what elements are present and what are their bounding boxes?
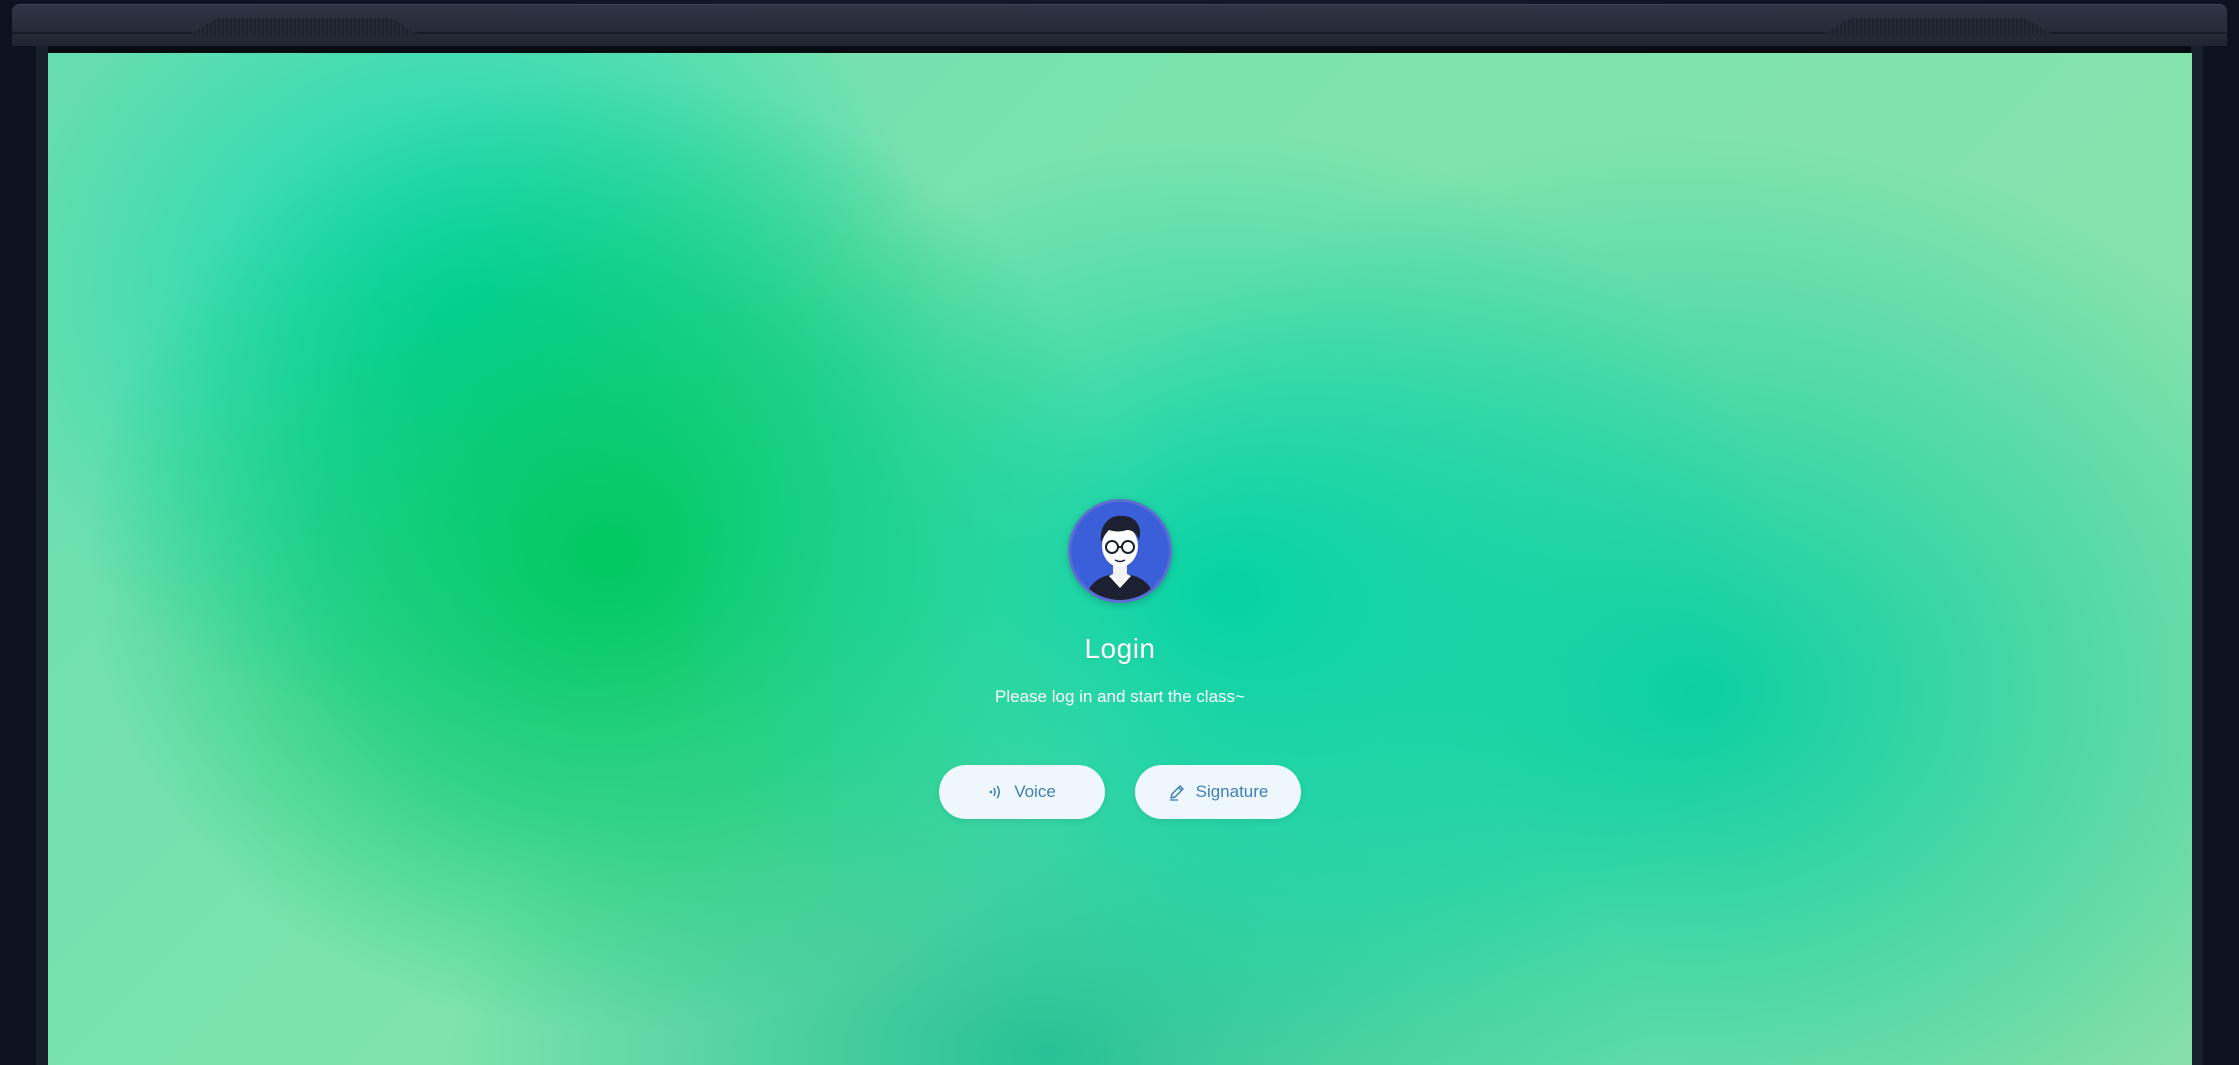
user-avatar-icon: [1068, 499, 1172, 603]
voice-button-label: Voice: [1014, 782, 1056, 801]
login-subtitle: Please log in and start the class~: [995, 687, 1245, 706]
signature-button-label: Signature: [1195, 782, 1269, 801]
signature-login-button[interactable]: Signature: [1135, 765, 1301, 819]
login-screen: Login Please log in and start the class~…: [48, 53, 2192, 1065]
voice-wave-icon: [988, 784, 1004, 800]
login-panel: Login Please log in and start the class~…: [48, 53, 2192, 1065]
voice-login-button[interactable]: Voice: [939, 765, 1105, 819]
login-title: Login: [1084, 633, 1156, 664]
pen-icon: [1168, 783, 1186, 801]
bezel-bump-left: [190, 18, 418, 34]
top-bezel: [12, 4, 2227, 46]
bezel-bump-right: [1824, 18, 2052, 34]
device-frame: Login Please log in and start the class~…: [0, 0, 2239, 1065]
